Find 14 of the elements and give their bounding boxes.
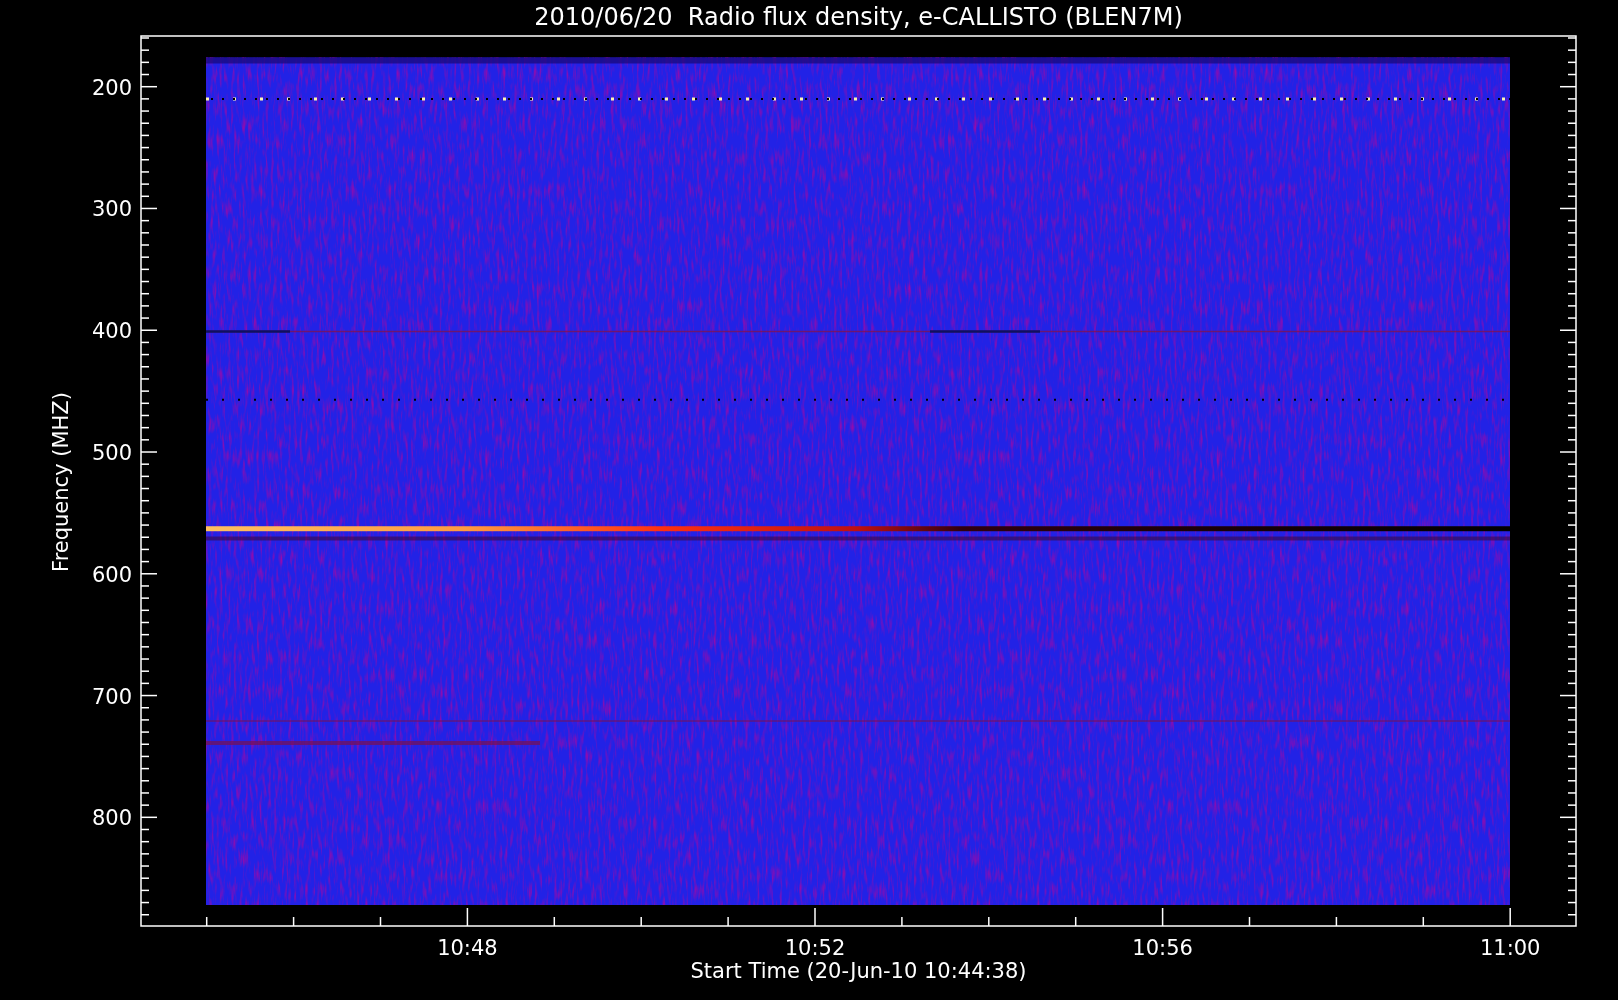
y-tick-label: 300 xyxy=(91,197,132,222)
y-tick-label: 800 xyxy=(91,806,132,831)
y-tick-label: 400 xyxy=(91,319,132,344)
plot-title: 2010/06/20 Radio flux density, e-CALLISTO (BLEN7M) xyxy=(534,3,1183,31)
y-tick-label: 200 xyxy=(91,75,132,100)
x-axis-label: Start Time (20-Jun-10 10:44:38) xyxy=(690,959,1027,983)
y-tick-label: 600 xyxy=(91,562,132,587)
x-tick-label: 10:48 xyxy=(437,936,498,960)
x-tick-label: 10:52 xyxy=(784,936,846,960)
y-axis-label: Frequency (MHZ) xyxy=(49,392,73,572)
y-tick-label: 500 xyxy=(91,441,132,465)
x-tick-label: 10:56 xyxy=(1132,936,1193,960)
x-tick-label: 11:00 xyxy=(1479,936,1541,960)
y-tick-label: 700 xyxy=(91,684,132,709)
